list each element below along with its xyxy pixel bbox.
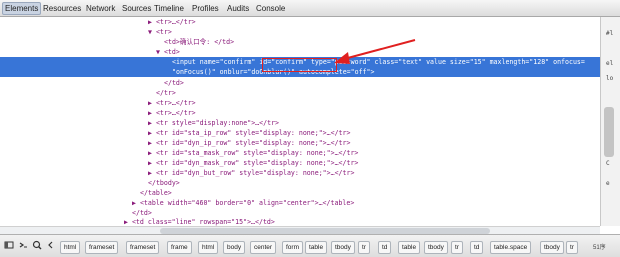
breadcrumb-item[interactable]: center xyxy=(250,241,277,254)
dock-icon[interactable] xyxy=(4,240,14,250)
side-pane-text: lo xyxy=(606,75,614,82)
dom-node-text: ▶ <tr>…</tr> xyxy=(148,109,196,117)
dom-node[interactable]: ▶ <tr>…</tr> xyxy=(0,98,600,108)
side-pane-text: e xyxy=(606,180,610,187)
dom-node[interactable]: ▶ <td class="line" rowspan="15">…</td> xyxy=(0,217,600,226)
dom-node-text: </tr> xyxy=(156,89,176,97)
tab-elements[interactable]: Elements xyxy=(2,2,42,15)
dom-node[interactable]: ▶ <tr>…</tr> xyxy=(0,17,600,27)
dom-node-text: ▶ <tr id="dyn_but_row" style="display: n… xyxy=(148,169,355,177)
breadcrumb-bar: html frameset frameset frame html body c… xyxy=(0,234,620,257)
dom-tree-panel: ▶ <tr>…</tr> ▼ <tr> <td>确认口令: </td> ▼ <t… xyxy=(0,17,600,226)
breadcrumb-item[interactable]: td xyxy=(470,241,484,254)
dom-node[interactable]: ▶ <tr style="display:none">…</tr> xyxy=(0,118,600,128)
dom-node-text: ▶ <tr style="display:none">…</tr> xyxy=(148,119,280,127)
tab-profiles[interactable]: Profiles xyxy=(190,3,221,14)
dom-node-text: ▶ <table width="460" border="0" align="c… xyxy=(132,199,355,207)
breadcrumb-item[interactable]: frame xyxy=(167,241,192,254)
dom-node[interactable]: ▶ <tr id="sta_mask_row" style="display: … xyxy=(0,148,600,158)
dom-node-text: ▼ <td> xyxy=(156,48,180,56)
dom-node[interactable]: </td> xyxy=(0,78,600,88)
dom-node-text: ▶ <td class="line" rowspan="15">…</td> xyxy=(124,218,275,226)
tab-network[interactable]: Network xyxy=(84,3,117,14)
breadcrumb-item[interactable]: tbody xyxy=(331,241,355,254)
breadcrumb-item[interactable]: table xyxy=(398,241,421,254)
tab-console[interactable]: Console xyxy=(254,3,287,14)
dom-node-text: ▶ <tr id="dyn_ip_row" style="display: no… xyxy=(148,139,351,147)
inspect-icon[interactable] xyxy=(32,240,42,250)
breadcrumb-item[interactable]: td xyxy=(378,241,392,254)
tab-sources[interactable]: Sources xyxy=(120,3,153,14)
dom-node-text: ▼ <tr> xyxy=(148,28,172,36)
breadcrumb-item[interactable]: tbody xyxy=(540,241,564,254)
dom-node-text: ▶ <tr id="dyn_mask_row" style="display: … xyxy=(148,159,359,167)
dom-node[interactable]: </tbody> xyxy=(0,178,600,188)
breadcrumb-item[interactable]: tr xyxy=(566,241,578,254)
breadcrumb-item[interactable]: body xyxy=(223,241,246,254)
vertical-scroll-thumb[interactable] xyxy=(604,107,614,157)
breadcrumb-item[interactable]: html xyxy=(198,241,219,254)
dom-node-text: ▶ <tr>…</tr> xyxy=(148,99,196,107)
breadcrumb-item[interactable]: frameset xyxy=(126,241,160,254)
side-pane-text: el xyxy=(606,60,614,67)
tab-resources[interactable]: Resources xyxy=(41,3,83,14)
vertical-scrollbar[interactable] xyxy=(600,17,620,226)
dom-node-text: ▶ <tr>…</tr> xyxy=(148,18,196,26)
breadcrumb-item[interactable]: tr xyxy=(451,241,463,254)
dom-node-text: </table> xyxy=(140,189,172,197)
breadcrumb-item[interactable]: table xyxy=(305,241,328,254)
dom-node-text: ▶ <tr id="sta_ip_row" style="display: no… xyxy=(148,129,351,137)
dom-node-text: ▶ <tr id="sta_mask_row" style="display: … xyxy=(148,149,359,157)
breadcrumb-item[interactable]: table.space xyxy=(490,241,532,254)
breadcrumb-item[interactable]: form xyxy=(282,241,303,254)
side-pane-text: #l xyxy=(606,30,614,37)
breadcrumb-item[interactable]: frameset xyxy=(85,241,119,254)
dom-node[interactable]: </tr> xyxy=(0,88,600,98)
status-text: 51序 xyxy=(593,245,606,251)
tab-audits[interactable]: Audits xyxy=(225,3,251,14)
dom-node[interactable]: ▼ <td> xyxy=(0,47,600,57)
side-pane-text: C xyxy=(606,160,610,167)
dom-node-text: <td>确认口令: </td> xyxy=(164,38,235,46)
dom-node[interactable]: ▶ <tr id="dyn_ip_row" style="display: no… xyxy=(0,138,600,148)
breadcrumb-item[interactable]: tbody xyxy=(424,241,448,254)
annotation-arrow-icon xyxy=(334,39,416,64)
console-icon[interactable] xyxy=(18,240,28,250)
dom-node[interactable]: ▶ <tr id="dyn_mask_row" style="display: … xyxy=(0,158,600,168)
dom-node[interactable]: ▶ <table width="460" border="0" align="c… xyxy=(0,198,600,208)
dom-node[interactable]: <td>确认口令: </td> xyxy=(0,37,600,47)
tab-timeline[interactable]: Timeline xyxy=(152,3,186,14)
dom-node-text: </td> xyxy=(164,79,184,87)
dom-node[interactable]: ▶ <tr id="sta_ip_row" style="display: no… xyxy=(0,128,600,138)
dom-node[interactable]: </table> xyxy=(0,188,600,198)
chevron-left-icon[interactable] xyxy=(46,240,56,250)
breadcrumb-item[interactable]: tr xyxy=(358,241,370,254)
dom-node[interactable]: ▶ <tr id="dyn_but_row" style="display: n… xyxy=(0,168,600,178)
dom-node[interactable]: ▶ <tr>…</tr> xyxy=(0,108,600,118)
breadcrumb-item[interactable]: html xyxy=(60,241,81,254)
annotation-highlight-box xyxy=(262,58,337,72)
dom-node-text: </tbody> xyxy=(148,179,180,187)
dom-node[interactable]: ▼ <tr> xyxy=(0,27,600,37)
devtools-toolbar: Elements Resources Network Sources Timel… xyxy=(0,0,620,17)
